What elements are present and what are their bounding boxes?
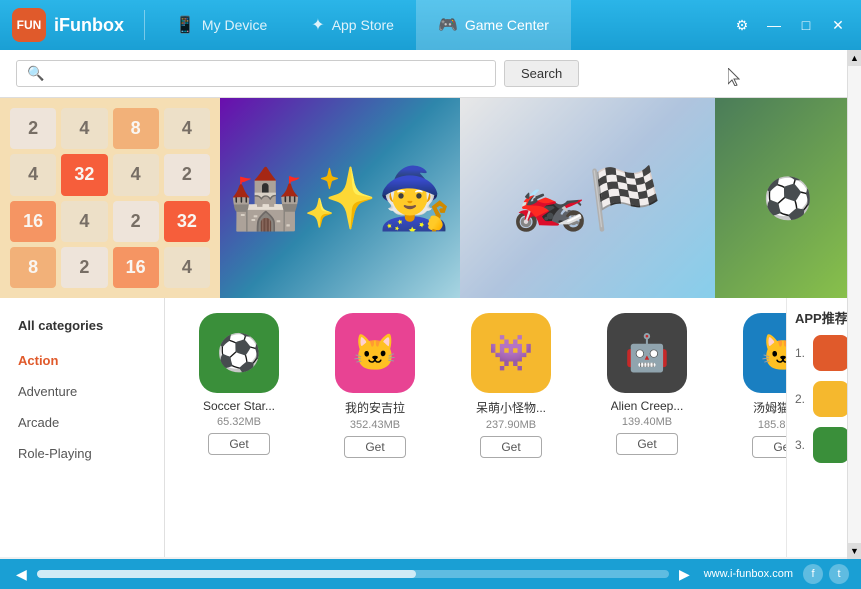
get-button-tom-run[interactable]: Get bbox=[752, 436, 786, 458]
search-button[interactable]: Search bbox=[504, 60, 579, 87]
logo-icon: FUN bbox=[12, 8, 46, 42]
sidebar: All categories Action Adventure Arcade R… bbox=[0, 298, 165, 557]
app-card-soccer-star: ⚽ Soccer Star... 65.32MB Get bbox=[180, 313, 298, 458]
get-button-my-angela[interactable]: Get bbox=[344, 436, 405, 458]
footer-url: www.i-funbox.com bbox=[704, 568, 793, 580]
scroll-left-arrow[interactable]: ◀ bbox=[12, 566, 31, 583]
app-size-cute-monster: 237.90MB bbox=[486, 419, 536, 431]
nav-divider bbox=[144, 10, 145, 40]
tile-2: 2 bbox=[113, 201, 159, 242]
maximize-button[interactable]: □ bbox=[791, 10, 821, 40]
get-button-soccer-star[interactable]: Get bbox=[208, 433, 269, 455]
search-bar: 🔍 Search bbox=[0, 50, 861, 98]
get-button-alien-creep[interactable]: Get bbox=[616, 433, 677, 455]
rec-icon-3 bbox=[813, 427, 849, 463]
scroll-down-button[interactable]: ▼ bbox=[848, 543, 861, 559]
app-icon-tom-run: 🐱 bbox=[743, 313, 786, 393]
app-name-tom-run: 汤姆猫跑酷 bbox=[753, 399, 786, 416]
app-title: iFunbox bbox=[54, 15, 124, 36]
app-name-alien-creep: Alien Creep... bbox=[611, 399, 684, 413]
app-size-alien-creep: 139.40MB bbox=[622, 416, 672, 428]
app-name-my-angela: 我的安吉拉 bbox=[345, 399, 405, 416]
banner-strategy: ⚽ bbox=[715, 98, 861, 298]
app-icon-cute-monster: 👾 bbox=[471, 313, 551, 393]
scroll-right-arrow[interactable]: ▶ bbox=[675, 566, 694, 583]
app-size-my-angela: 352.43MB bbox=[350, 419, 400, 431]
footer-icons: f t bbox=[803, 564, 849, 584]
tile-4: 4 bbox=[61, 201, 107, 242]
banner-section: 24844324216423282164 🏰✨🧙 🏍️🏁 ⚽ bbox=[0, 98, 861, 298]
sidebar-title: All categories bbox=[0, 313, 164, 345]
tile-4: 4 bbox=[164, 247, 210, 288]
facebook-icon[interactable]: f bbox=[803, 564, 823, 584]
apps-row: ⚽ Soccer Star... 65.32MB Get 🐱 我的安吉拉 352.43MB G… bbox=[180, 313, 771, 458]
rec-icon-2 bbox=[813, 381, 849, 417]
window-controls: ⚙ — □ ✕ bbox=[727, 10, 861, 40]
apps-grid: ⚽ Soccer Star... 65.32MB Get 🐱 我的安吉拉 352.43MB G… bbox=[165, 298, 786, 557]
tile-2: 2 bbox=[10, 108, 56, 149]
rec-item-3: 3. bbox=[795, 427, 853, 463]
app-name-soccer-star: Soccer Star... bbox=[203, 399, 275, 413]
vscroll-track bbox=[848, 66, 861, 543]
close-button[interactable]: ✕ bbox=[823, 10, 853, 40]
logo-area: FUN iFunbox bbox=[0, 8, 136, 42]
tile-16: 16 bbox=[113, 247, 159, 288]
tile-4: 4 bbox=[61, 108, 107, 149]
app-card-alien-creep: 🤖 Alien Creep... 139.40MB Get bbox=[588, 313, 706, 458]
sidebar-item-roleplaying[interactable]: Role-Playing bbox=[0, 438, 164, 469]
tile-4: 4 bbox=[10, 154, 56, 195]
search-icon: 🔍 bbox=[27, 65, 44, 82]
tile-2: 2 bbox=[61, 247, 107, 288]
app-name-cute-monster: 呆萌小怪物... bbox=[476, 399, 546, 416]
tile-4: 4 bbox=[164, 108, 210, 149]
tile-2: 2 bbox=[164, 154, 210, 195]
tile-4: 4 bbox=[113, 154, 159, 195]
app-card-cute-monster: 👾 呆萌小怪物... 237.90MB Get bbox=[452, 313, 570, 458]
titlebar: FUN iFunbox 📱 My Device ✦ App Store 🎮 Ga… bbox=[0, 0, 861, 50]
minimize-button[interactable]: — bbox=[759, 10, 789, 40]
tab-mydevice[interactable]: 📱 My Device bbox=[153, 0, 289, 50]
app-wrapper: FUN iFunbox 📱 My Device ✦ App Store 🎮 Ga… bbox=[0, 0, 861, 589]
tile-32: 32 bbox=[164, 201, 210, 242]
settings-button[interactable]: ⚙ bbox=[727, 10, 757, 40]
rec-item-2: 2. bbox=[795, 381, 853, 417]
twitter-icon[interactable]: t bbox=[829, 564, 849, 584]
content-area: ⚽ Soccer Star... 65.32MB Get 🐱 我的安吉拉 352.43MB G… bbox=[165, 298, 786, 557]
rec-item-1: 1. bbox=[795, 335, 853, 371]
app-card-tom-run: 🐱 汤姆猫跑酷 185.82MB Get bbox=[724, 313, 786, 458]
mydevice-icon: 📱 bbox=[175, 15, 195, 35]
bottom-bar: ◀ ▶ www.i-funbox.com f t bbox=[0, 559, 861, 589]
sidebar-item-action[interactable]: Action bbox=[0, 345, 164, 376]
get-button-cute-monster[interactable]: Get bbox=[480, 436, 541, 458]
gamecenter-icon: 🎮 bbox=[438, 15, 458, 35]
app-size-soccer-star: 65.32MB bbox=[217, 416, 261, 428]
tab-gamecenter[interactable]: 🎮 Game Center bbox=[416, 0, 571, 50]
sidebar-item-adventure[interactable]: Adventure bbox=[0, 376, 164, 407]
rec-icon-1 bbox=[813, 335, 849, 371]
search-input-wrapper: 🔍 bbox=[16, 60, 496, 87]
tile-8: 8 bbox=[10, 247, 56, 288]
app-size-tom-run: 185.82MB bbox=[758, 419, 786, 431]
banner-motocross: 🏍️🏁 bbox=[460, 98, 715, 298]
tile-16: 16 bbox=[10, 201, 56, 242]
tile-8: 8 bbox=[113, 108, 159, 149]
tab-appstore[interactable]: ✦ App Store bbox=[289, 0, 416, 50]
app-icon-alien-creep: 🤖 bbox=[607, 313, 687, 393]
sidebar-item-arcade[interactable]: Arcade bbox=[0, 407, 164, 438]
app-icon-my-angela: 🐱 bbox=[335, 313, 415, 393]
scroll-up-button[interactable]: ▲ bbox=[848, 50, 861, 66]
search-input[interactable] bbox=[50, 66, 470, 81]
banner-fantasy: 🏰✨🧙 bbox=[220, 98, 460, 298]
scrollbar-thumb bbox=[37, 570, 416, 578]
lower-section: All categories Action Adventure Arcade R… bbox=[0, 298, 861, 557]
right-panel-title: APP推荐 bbox=[795, 308, 853, 327]
app-card-my-angela: 🐱 我的安吉拉 352.43MB Get bbox=[316, 313, 434, 458]
scrollbar-track bbox=[37, 570, 669, 578]
bottom-scroll: ◀ ▶ bbox=[12, 566, 694, 583]
appstore-icon: ✦ bbox=[311, 15, 324, 35]
banner-2048: 24844324216423282164 bbox=[0, 98, 220, 298]
tile-32: 32 bbox=[61, 154, 107, 195]
app-icon-soccer-star: ⚽ bbox=[199, 313, 279, 393]
right-scrollbar: ▲ ▼ bbox=[847, 50, 861, 559]
